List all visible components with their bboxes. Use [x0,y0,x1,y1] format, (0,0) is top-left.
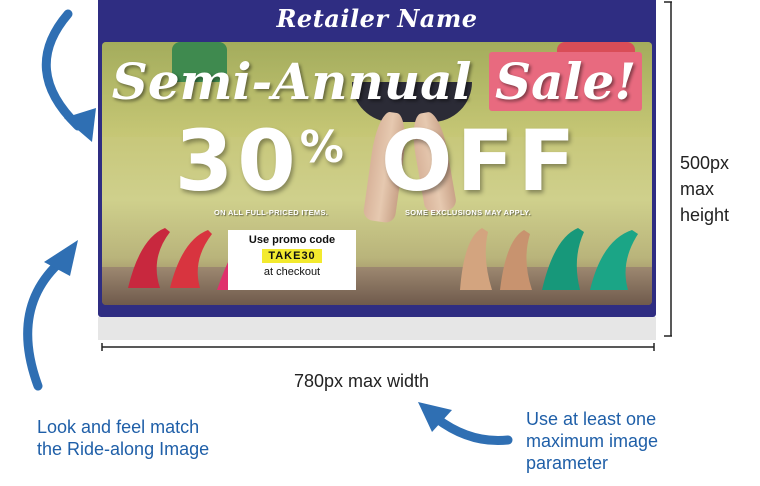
width-label: 780px max width [294,371,430,391]
promo-line3: at checkout [263,266,321,278]
note-left-line2: the Ride-along Image [37,439,210,459]
note-look-and-feel: Look and feel match the Ride-along Image [37,416,209,460]
arrow-bottom-left [23,240,78,391]
height-label: 500px max height [680,150,729,228]
offer-headline: 30% OFF [102,112,652,210]
height-label-line1: 500px [680,153,730,173]
fine-print-left: ON ALL FULL-PRICED ITEMS. [214,208,329,217]
red-heels [128,228,212,288]
fine-print-right: SOME EXCLUSIONS MAY APPLY. [405,208,532,217]
promo-line1: Use promo code [248,234,336,246]
sale-title-part1: Semi-Annual [111,52,472,111]
height-label-line3: height [680,205,730,225]
gray-strip [98,317,656,340]
promo-code: TAKE30 [262,249,322,263]
height-bracket [664,1,672,337]
note-right-line3: parameter [526,453,609,473]
note-right-line1: Use at least one [526,409,657,429]
height-label-line2: max [680,179,715,199]
offer-word: OFF [381,112,580,210]
note-left-line1: Look and feel match [37,417,200,437]
nude-heels [460,228,532,290]
sale-title: Semi-Annual Sale! [102,52,652,111]
banner: Retailer Name Semi-Annual Sale! 30% OFF … [98,0,656,317]
note-max-parameter: Use at least one maximum image parameter [526,408,658,474]
promo-box: Use promo code TAKE30 at checkout [228,230,356,290]
banner-photo: Semi-Annual Sale! 30% OFF ON ALL FULL-PR… [102,42,652,305]
offer-number: 30 [174,112,300,210]
teal-heels [542,228,638,290]
width-bracket [101,343,655,351]
banner-mockup: Retailer Name Semi-Annual Sale! 30% OFF … [98,0,656,340]
note-right-line2: maximum image [526,431,659,451]
sale-title-part2: Sale! [488,52,643,111]
arrow-top-left [41,9,96,142]
offer-percent: % [299,122,348,173]
retailer-name: Retailer Name [276,4,478,33]
arrow-bottom-right [418,402,513,446]
